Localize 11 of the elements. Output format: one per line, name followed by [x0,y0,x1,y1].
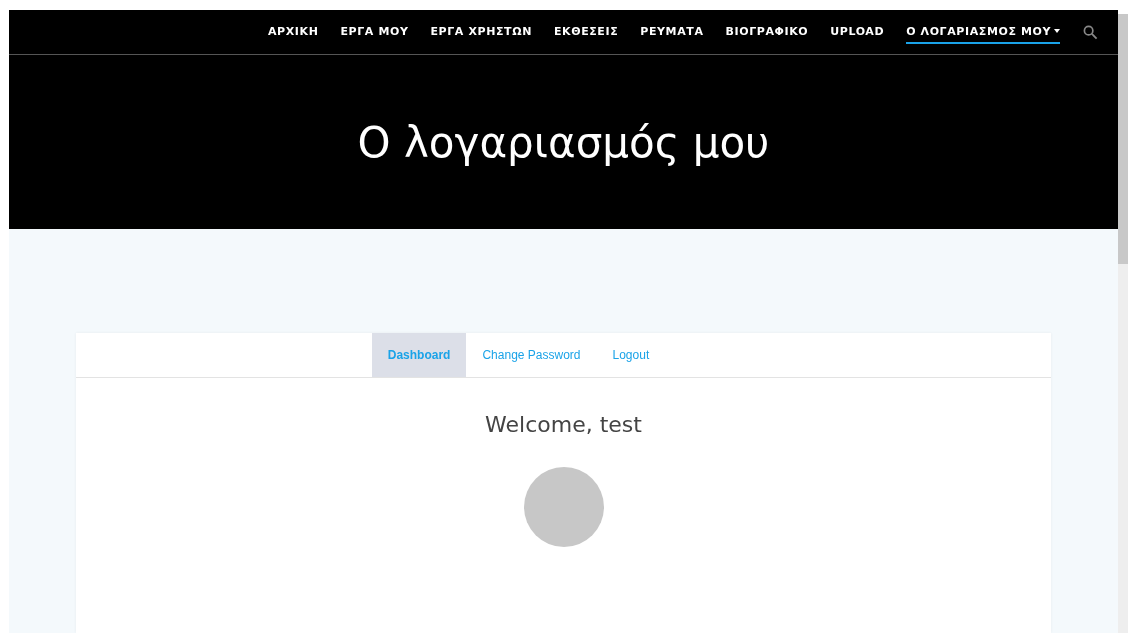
page-title: Ο λογαριασμός μου [357,117,770,167]
nav-link[interactable]: ΑΡΧΙΚΗ [268,20,319,44]
nav-link[interactable]: ΒΙΟΓΡΑΦΙΚΟ [725,20,809,44]
nav-link[interactable]: UPLOAD [830,20,885,44]
welcome-heading: Welcome, test [484,412,643,437]
nav-link[interactable]: ΕΡΓΑ ΜΟΥ [340,20,409,44]
nav-link[interactable]: ΕΡΓΑ ΧΡΗΣΤΩΝ [430,20,532,44]
search-icon[interactable] [1083,24,1098,40]
nav-link[interactable]: ΕΚΘΕΣΕΙΣ [553,20,619,44]
nav-link[interactable]: Ο ΛΟΓΑΡΙΑΣΜΟΣ ΜΟΥ [906,20,1060,44]
nav-link[interactable]: ΡΕΥΜΑΤΑ [640,20,704,44]
